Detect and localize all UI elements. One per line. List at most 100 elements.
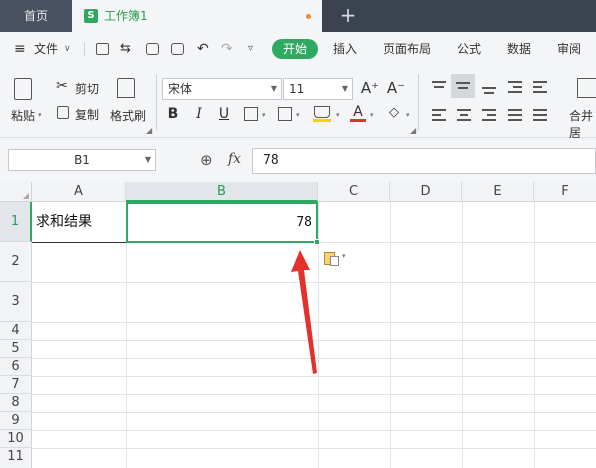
borders-icon[interactable] — [244, 107, 258, 121]
paste-dropdown-icon[interactable]: ▾ — [38, 111, 42, 119]
format-painter-button[interactable]: 格式刷 — [110, 107, 146, 124]
copy-button[interactable]: 复制 — [75, 106, 99, 123]
increase-font-button[interactable]: A⁺ — [359, 78, 381, 98]
decrease-font-button[interactable]: A⁻ — [385, 78, 407, 98]
font-color-dropdown-icon[interactable]: ▾ — [370, 111, 374, 119]
cell-a1[interactable]: 求和结果 — [36, 202, 92, 242]
font-color-swatch — [350, 119, 366, 122]
name-box[interactable]: B1 ▼ — [8, 149, 156, 171]
paste-page-icon — [330, 256, 339, 266]
menu-insert[interactable]: 插入 — [333, 32, 357, 66]
grid-line — [462, 202, 463, 468]
justify-icon[interactable] — [506, 106, 524, 124]
align-right-icon[interactable] — [480, 106, 498, 124]
row-header-4[interactable]: 4 — [0, 322, 32, 340]
cell-style-icon[interactable] — [278, 107, 292, 121]
row-header-9[interactable]: 9 — [0, 412, 32, 430]
row-header-11[interactable]: 11 — [0, 448, 32, 468]
spreadsheet-icon: S — [84, 9, 98, 23]
divider — [84, 42, 85, 56]
divider — [418, 74, 419, 130]
divider — [156, 74, 157, 130]
paste-icon[interactable] — [14, 78, 32, 100]
font-dialog-launcher[interactable]: ◢ — [410, 126, 416, 135]
paste-button[interactable]: 粘贴 — [11, 107, 35, 124]
menu-formulas[interactable]: 公式 — [457, 32, 481, 66]
customize-dropdown-icon[interactable]: ▿ — [248, 32, 253, 66]
grid-line — [32, 448, 596, 449]
export-icon[interactable]: ⇆ — [120, 32, 131, 66]
tab-home[interactable]: 首页 — [0, 0, 72, 32]
chevron-down-icon[interactable]: ∨ — [64, 32, 71, 66]
undo-icon[interactable]: ↶ — [197, 32, 209, 66]
column-header-e[interactable]: E — [462, 182, 534, 202]
fill-color-dropdown-icon[interactable]: ▾ — [336, 111, 340, 119]
redo-icon[interactable]: ↷ — [221, 32, 233, 66]
select-all-corner[interactable]: ◢ — [0, 182, 32, 202]
ribbon: 粘贴 ▾ ✂ 剪切 复制 格式刷 宋体 ▼ 11 ▼ A⁺ A⁻ B I U ▾… — [0, 66, 596, 141]
row-header-7[interactable]: 7 — [0, 376, 32, 394]
chevron-down-icon: ▾ — [342, 252, 346, 260]
row-header-6[interactable]: 6 — [0, 358, 32, 376]
tab-workbook[interactable]: S 工作簿1 — [72, 0, 322, 32]
tab-start[interactable]: 开始 — [272, 39, 318, 59]
align-center-icon[interactable] — [455, 106, 473, 124]
paste-options-button[interactable]: ▾ — [322, 249, 348, 269]
grid-line — [32, 430, 596, 431]
clear-format-icon[interactable]: ◇ — [385, 103, 403, 123]
row-header-8[interactable]: 8 — [0, 394, 32, 412]
grid-line — [534, 202, 535, 468]
outdent-icon[interactable] — [506, 78, 524, 96]
cell-b1-selected[interactable]: 78 — [126, 202, 318, 243]
zoom-search-icon[interactable]: ⊕ — [200, 151, 213, 169]
row-header-1[interactable]: 1 — [0, 202, 32, 242]
print-icon[interactable] — [146, 43, 159, 55]
column-header-c[interactable]: C — [318, 182, 390, 202]
column-header-d[interactable]: D — [390, 182, 462, 202]
align-bottom-icon[interactable] — [480, 78, 498, 96]
new-tab-button[interactable]: + — [336, 4, 360, 28]
borders-dropdown-icon[interactable]: ▾ — [262, 111, 266, 119]
row-header-3[interactable]: 3 — [0, 282, 32, 322]
grid-line — [390, 202, 391, 468]
merge-cells-icon[interactable] — [577, 78, 596, 98]
format-painter-icon[interactable] — [117, 78, 135, 98]
hamburger-icon[interactable]: ≡ — [14, 32, 26, 66]
row-header-2[interactable]: 2 — [0, 242, 32, 282]
font-size-select[interactable]: 11 ▼ — [283, 78, 353, 100]
row-header-10[interactable]: 10 — [0, 430, 32, 448]
menu-review[interactable]: 审阅 — [557, 32, 581, 66]
clipboard-dialog-launcher[interactable]: ◢ — [146, 126, 152, 135]
fill-handle[interactable] — [314, 239, 320, 245]
menu-data[interactable]: 数据 — [507, 32, 531, 66]
column-header-a[interactable]: A — [32, 182, 126, 202]
bold-button[interactable]: B — [164, 104, 182, 124]
merge-cells-button[interactable]: 合并居 — [569, 107, 596, 141]
italic-button[interactable]: I — [190, 104, 208, 124]
font-name-select[interactable]: 宋体 ▼ — [162, 78, 282, 100]
align-left-icon[interactable] — [430, 106, 448, 124]
menu-page-layout[interactable]: 页面布局 — [383, 32, 431, 66]
scissors-icon[interactable]: ✂ — [56, 78, 68, 94]
clear-format-dropdown-icon[interactable]: ▾ — [406, 111, 410, 119]
insert-function-button[interactable]: fx — [228, 151, 241, 167]
cut-button[interactable]: 剪切 — [75, 80, 99, 97]
file-menu[interactable]: 文件 — [34, 32, 58, 66]
indent-icon[interactable] — [531, 78, 549, 96]
cell-style-dropdown-icon[interactable]: ▾ — [296, 111, 300, 119]
grid-line — [32, 412, 596, 413]
align-top-icon[interactable] — [430, 78, 448, 96]
distributed-align-icon[interactable] — [531, 106, 549, 124]
formula-input[interactable]: 78 — [252, 148, 596, 174]
column-header-f[interactable]: F — [534, 182, 596, 202]
save-icon[interactable] — [96, 43, 109, 55]
cell-a1-bottom-border — [32, 242, 126, 243]
print-preview-icon[interactable] — [171, 43, 184, 55]
column-header-b[interactable]: B — [126, 182, 318, 202]
underline-button[interactable]: U — [215, 104, 233, 124]
chevron-down-icon: ▼ — [144, 155, 151, 164]
copy-icon[interactable] — [57, 106, 69, 119]
row-header-5[interactable]: 5 — [0, 340, 32, 358]
fill-color-icon[interactable] — [314, 106, 330, 118]
align-middle-button[interactable] — [451, 74, 475, 98]
